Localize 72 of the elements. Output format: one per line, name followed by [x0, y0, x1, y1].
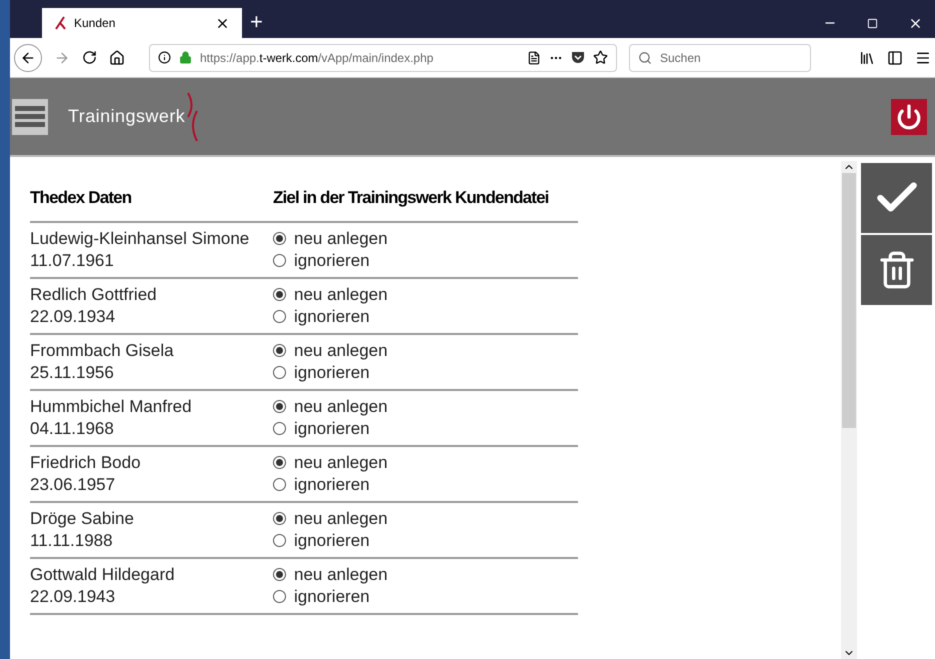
radio-icon[interactable] [273, 534, 286, 547]
library-icon[interactable] [859, 50, 875, 66]
column-header: Ziel in der Trainingswerk Kundendatei [273, 187, 549, 209]
maximize-icon[interactable] [867, 18, 878, 28]
birth-date: 04.11.1968 [30, 418, 115, 440]
birth-date: 11.11.1988 [30, 530, 114, 552]
birth-date: 22.09.1943 [30, 586, 116, 608]
radio-option[interactable]: ignorieren [273, 362, 388, 384]
forward-icon[interactable] [54, 50, 70, 66]
radio-icon[interactable] [273, 590, 286, 603]
pocket-icon[interactable] [571, 51, 585, 64]
radio-option[interactable]: ignorieren [273, 530, 388, 552]
radio-icon[interactable] [273, 344, 286, 357]
radio-option[interactable]: neu anlegen [273, 452, 388, 474]
confirm-button[interactable] [861, 163, 932, 233]
radio-icon[interactable] [273, 422, 286, 435]
radio-option[interactable]: neu anlegen [273, 284, 388, 306]
hamburger-button[interactable] [12, 98, 48, 134]
app-logo-text: Trainingswerk [68, 105, 186, 128]
radio-option[interactable]: ignorieren [273, 418, 388, 440]
radio-icon[interactable] [273, 254, 286, 267]
url-field[interactable]: https://app.t-werk.com/vApp/main/index.php [149, 44, 617, 72]
radio-option[interactable]: ignorieren [273, 306, 388, 328]
radio-option[interactable]: neu anlegen [273, 228, 388, 250]
column-header: Thedex Daten [30, 187, 132, 209]
reader-icon[interactable] [527, 50, 541, 64]
power-button[interactable] [891, 98, 927, 134]
menu-icon[interactable] [915, 50, 931, 66]
customer-name: Friedrich Bodo [30, 452, 142, 474]
back-button[interactable] [14, 44, 42, 72]
radio-icon[interactable] [273, 288, 286, 301]
customer-name: Gottwald Hildegard [30, 564, 176, 586]
info-icon [158, 51, 171, 64]
radio-option[interactable]: neu anlegen [273, 340, 388, 362]
birth-date: 23.06.1957 [30, 474, 116, 496]
url-text: https://app.t-werk.com/vApp/main/index.php [200, 50, 434, 66]
radio-icon[interactable] [273, 568, 286, 581]
radio-option[interactable]: ignorieren [273, 474, 388, 496]
customer-name: Ludewig-Kleinhansel Simone [30, 228, 250, 250]
new-tab-button[interactable]: + [242, 8, 271, 38]
radio-icon[interactable] [273, 366, 286, 379]
customer-name: Redlich Gottfried [30, 284, 158, 306]
radio-option[interactable]: neu anlegen [273, 508, 388, 530]
radio-option[interactable]: ignorieren [273, 586, 388, 608]
lock-icon [179, 51, 192, 64]
radio-icon[interactable] [273, 456, 286, 469]
birth-date: 11.07.1961 [30, 250, 115, 272]
reload-icon[interactable] [82, 50, 97, 65]
search-field[interactable]: Suchen [629, 44, 811, 72]
sidebar-icon[interactable] [887, 50, 903, 66]
customer-name: Dröge Sabine [30, 508, 135, 530]
star-icon[interactable] [593, 50, 608, 65]
radio-option[interactable]: ignorieren [273, 250, 388, 272]
customer-name: Frommbach Gisela [30, 340, 175, 362]
radio-icon[interactable] [273, 400, 286, 413]
search-icon [638, 50, 652, 64]
scrollbar[interactable] [841, 161, 857, 659]
logo-icon [54, 16, 66, 30]
radio-option[interactable]: neu anlegen [273, 396, 388, 418]
search-placeholder: Suchen [660, 50, 701, 66]
delete-button[interactable] [861, 235, 932, 305]
customer-name: Hummbichel Manfred [30, 396, 193, 418]
browser-tab[interactable]: Kunden [42, 8, 242, 38]
birth-date: 25.11.1956 [30, 362, 115, 384]
radio-icon[interactable] [273, 478, 286, 491]
tab-title: Kunden [74, 15, 116, 32]
radio-option[interactable]: neu anlegen [273, 564, 388, 586]
radio-icon[interactable] [273, 512, 286, 525]
home-icon[interactable] [109, 50, 125, 66]
birth-date: 22.09.1934 [30, 306, 116, 328]
radio-icon[interactable] [273, 310, 286, 323]
radio-icon[interactable] [273, 232, 286, 245]
